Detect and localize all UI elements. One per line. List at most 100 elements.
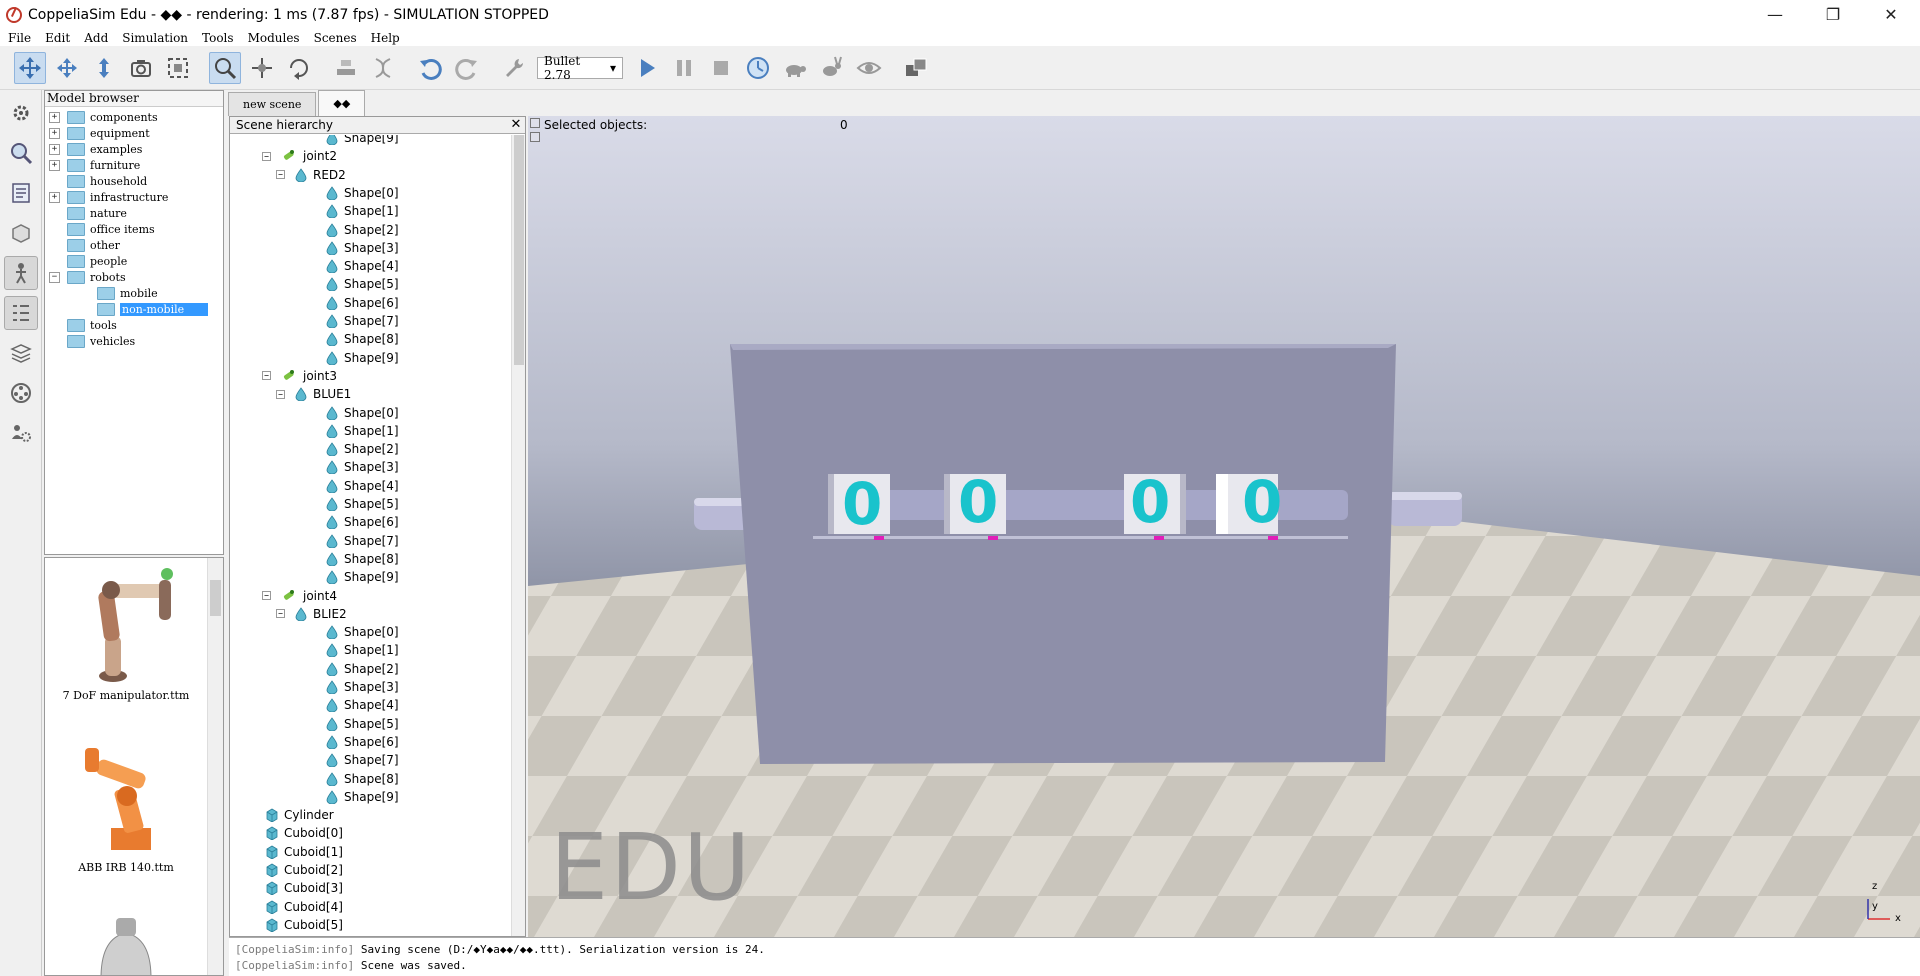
hierarchy-shape[interactable]: Shape[7] [326, 532, 399, 550]
collections-button[interactable] [4, 216, 38, 250]
model-tree-item[interactable]: + infrastructure [45, 189, 223, 205]
hierarchy-shape[interactable]: Shape[2] [326, 440, 399, 458]
hierarchy-shape[interactable]: Shape[3] [326, 678, 399, 696]
hierarchy-shape[interactable]: Shape[2] [326, 221, 399, 239]
stop-simulation-button[interactable] [705, 52, 737, 84]
video-recorder-button[interactable] [4, 376, 38, 410]
hierarchy-group[interactable]: − BLIE2 [276, 605, 347, 623]
hierarchy-shape[interactable]: Shape[0] [326, 184, 399, 202]
hierarchy-joint[interactable]: − joint4 [262, 587, 337, 605]
object-rotate-button[interactable] [283, 52, 315, 84]
minimize-button[interactable]: — [1746, 0, 1804, 29]
collapse-icon[interactable]: − [262, 371, 271, 381]
user-settings-button[interactable] [4, 416, 38, 450]
menu-scenes[interactable]: Scenes [308, 31, 363, 45]
close-window-button[interactable]: ✕ [1862, 0, 1920, 29]
layers-button[interactable] [4, 336, 38, 370]
hierarchy-joint[interactable]: − joint3 [262, 367, 337, 385]
click-select-button[interactable] [209, 51, 241, 84]
close-icon[interactable]: ✕ [509, 118, 523, 132]
hierarchy-scrollbar[interactable] [511, 135, 525, 936]
pause-simulation-button[interactable] [668, 52, 700, 84]
visualization-toggle-button[interactable] [853, 52, 885, 84]
hierarchy-shape[interactable]: Shape[8] [326, 550, 399, 568]
physics-engine-select[interactable]: Bullet 2.78 ▾ [537, 54, 623, 82]
speed-up-button[interactable] [816, 52, 848, 84]
simulation-settings-button[interactable] [4, 96, 38, 130]
hierarchy-shape[interactable]: Shape[7] [326, 312, 399, 330]
model-tree-item[interactable]: people [45, 253, 223, 269]
viewport-menu-button[interactable] [530, 118, 540, 128]
hierarchy-shape[interactable]: Shape[4] [326, 257, 399, 275]
model-tree-item[interactable]: non-mobile [45, 301, 223, 317]
hierarchy-object[interactable]: Cylinder [266, 806, 334, 824]
model-tree-item[interactable]: office items [45, 221, 223, 237]
model-thumbnail-abb[interactable]: ABB IRB 140.ttm [45, 738, 207, 874]
collapse-icon[interactable]: − [276, 170, 285, 180]
camera-pan-button[interactable] [14, 51, 46, 84]
camera-angle-button[interactable] [125, 52, 157, 84]
transfer-dna-button[interactable] [367, 52, 399, 84]
hierarchy-shape[interactable]: Shape[1] [326, 641, 399, 659]
assemble-button[interactable] [330, 52, 362, 84]
scene-hierarchy-toggle-button[interactable] [4, 296, 38, 330]
menu-help[interactable]: Help [365, 31, 406, 45]
undo-button[interactable] [414, 52, 446, 84]
hierarchy-group[interactable]: − BLUE1 [276, 385, 351, 403]
dynamics-toggle-button[interactable] [498, 52, 530, 84]
hierarchy-shape[interactable]: Shape[1] [326, 422, 399, 440]
hierarchy-shape[interactable]: Shape[3] [326, 458, 399, 476]
model-tree-item[interactable]: + examples [45, 141, 223, 157]
real-time-button[interactable] [742, 52, 774, 84]
hierarchy-shape[interactable]: Shape[6] [326, 513, 399, 531]
hierarchy-shape[interactable]: Shape[1] [326, 202, 399, 220]
hierarchy-object[interactable]: Cuboid[4] [266, 898, 343, 916]
hierarchy-shape[interactable]: Shape[3] [326, 239, 399, 257]
model-tree-item[interactable]: + furniture [45, 157, 223, 173]
object-properties-button[interactable] [4, 136, 38, 170]
hierarchy-shape[interactable]: Shape[5] [326, 495, 399, 513]
restore-button[interactable]: ❐ [1804, 0, 1862, 29]
menu-add[interactable]: Add [78, 31, 114, 45]
redo-button[interactable] [451, 52, 483, 84]
page-selector-button[interactable] [900, 52, 932, 84]
model-tree-item[interactable]: + equipment [45, 125, 223, 141]
tab-current-scene[interactable]: ◆◆ [318, 90, 366, 116]
slow-down-button[interactable] [779, 52, 811, 84]
menu-modules[interactable]: Modules [242, 31, 306, 45]
thumbnail-scrollbar[interactable] [207, 558, 223, 975]
hierarchy-object[interactable]: Cuboid[1] [266, 843, 343, 861]
model-tree-item[interactable]: mobile [45, 285, 223, 301]
scene-viewport[interactable]: 0 0 0 0 Selected objects: 0 EDU x y z [528, 116, 1920, 937]
hierarchy-object[interactable]: Cuboid[2] [266, 861, 343, 879]
hierarchy-object[interactable]: Cuboid[0] [266, 824, 343, 842]
hierarchy-shape[interactable]: Shape[4] [326, 477, 399, 495]
model-tree-item[interactable]: nature [45, 205, 223, 221]
hierarchy-item[interactable]: Shape[9] [326, 135, 399, 147]
expander-icon[interactable]: + [49, 159, 60, 171]
collapse-icon[interactable]: − [262, 151, 271, 161]
menu-file[interactable]: File [2, 31, 37, 45]
expander-icon[interactable]: + [49, 127, 60, 139]
fit-to-view-button[interactable] [162, 52, 194, 84]
hierarchy-object[interactable]: Cuboid[5] [266, 916, 343, 934]
collapse-icon[interactable]: − [276, 609, 285, 619]
hierarchy-object[interactable]: Cuboid[6] [266, 934, 343, 936]
hierarchy-shape[interactable]: Shape[0] [326, 623, 399, 641]
expander-icon[interactable]: + [49, 143, 60, 155]
model-tree-item[interactable]: other [45, 237, 223, 253]
expander-icon[interactable]: + [49, 191, 60, 203]
hierarchy-object[interactable]: Cuboid[3] [266, 879, 343, 897]
hierarchy-shape[interactable]: Shape[5] [326, 715, 399, 733]
object-shift-button[interactable] [246, 52, 278, 84]
calculation-modules-button[interactable] [4, 176, 38, 210]
hierarchy-shape[interactable]: Shape[8] [326, 770, 399, 788]
model-tree-item[interactable]: tools [45, 317, 223, 333]
viewport-menu-button-2[interactable] [530, 132, 540, 142]
menu-edit[interactable]: Edit [39, 31, 76, 45]
model-thumbnail-partial[interactable] [45, 908, 207, 975]
start-simulation-button[interactable] [631, 52, 663, 84]
hierarchy-shape[interactable]: Shape[6] [326, 733, 399, 751]
model-tree-item[interactable]: vehicles [45, 333, 223, 349]
hierarchy-shape[interactable]: Shape[8] [326, 330, 399, 348]
